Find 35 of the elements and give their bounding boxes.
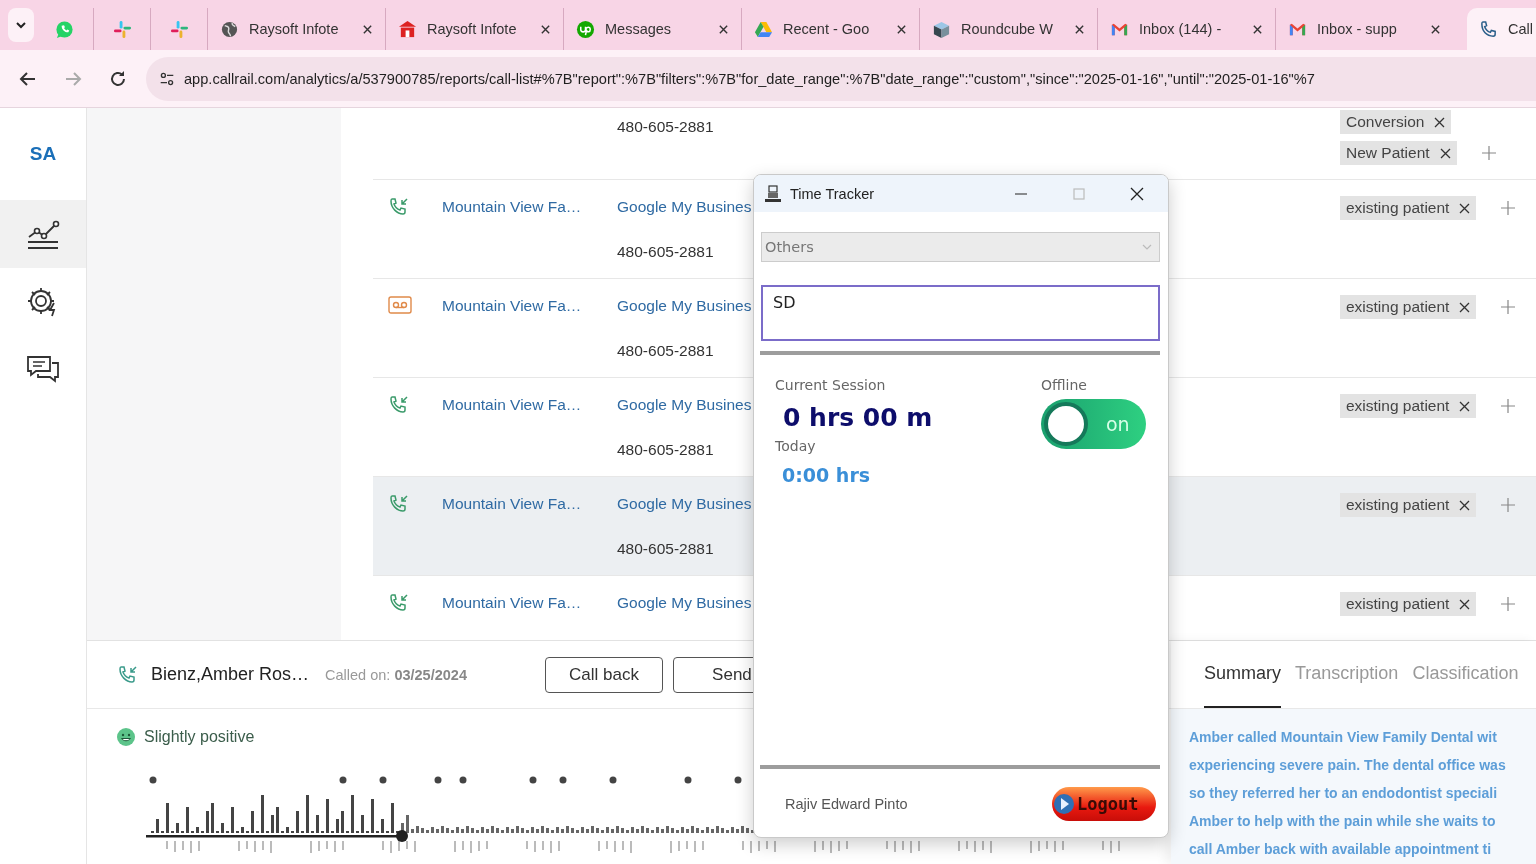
tab-title: Roundcube W <box>961 21 1054 37</box>
phone-number: 480-605-2881 <box>617 242 714 262</box>
summary-text: so they referred her to an endodontist speciali <box>1189 784 1499 803</box>
phone-number: 480-605-2881 <box>617 341 714 361</box>
summary-text: experiencing severe pain. The dental office was <box>1189 756 1507 775</box>
tag-chip: existing patient <box>1340 592 1477 616</box>
phone-number: 480-605-2881 <box>617 539 714 559</box>
summary-text: Amber called Mountain View Family Dental wit <box>1189 728 1498 747</box>
summary-text: Amber to help with the pain while she waits to <box>1189 812 1497 831</box>
tag-chip: existing patient <box>1340 196 1477 220</box>
session-label: Current Session <box>775 377 886 393</box>
tag-chip: Conversion <box>1340 110 1452 134</box>
tag-chip: existing patient <box>1340 394 1477 418</box>
tag-chip: New Patient <box>1340 141 1457 165</box>
tab-title: Inbox (144) - <box>1139 21 1223 37</box>
phone-number: 480-605-2881 <box>617 440 714 460</box>
caller-name: Bienz,Amber Ros… <box>151 664 310 685</box>
phone-number: 480-605-2881 <box>617 117 714 137</box>
tag-chip: existing patient <box>1340 295 1477 319</box>
today-time: 0:00 hrs <box>782 464 871 486</box>
session-time: 0 hrs 00 m <box>783 403 933 432</box>
summary-text: call Amber back with available appointment ti <box>1189 840 1493 859</box>
sentiment-label: Slightly positive <box>144 728 255 746</box>
tab-title: Inbox - supp <box>1317 21 1398 37</box>
today-label: Today <box>775 438 816 454</box>
tab-title: Raysoft Infote <box>249 21 340 37</box>
called-on-date: Called on: 03/25/2024 <box>325 666 467 683</box>
tag-chip: existing patient <box>1340 493 1477 517</box>
tab-title: Messages <box>605 21 673 37</box>
tab-title: Call <box>1508 21 1534 37</box>
tab-title: Recent - Goo <box>783 21 871 37</box>
tab-title: Raysoft Infote <box>427 21 518 37</box>
window-title: Time Tracker <box>790 185 875 202</box>
user-name: Rajiv Edward Pinto <box>785 796 908 812</box>
status-label: Offline <box>1041 377 1087 393</box>
